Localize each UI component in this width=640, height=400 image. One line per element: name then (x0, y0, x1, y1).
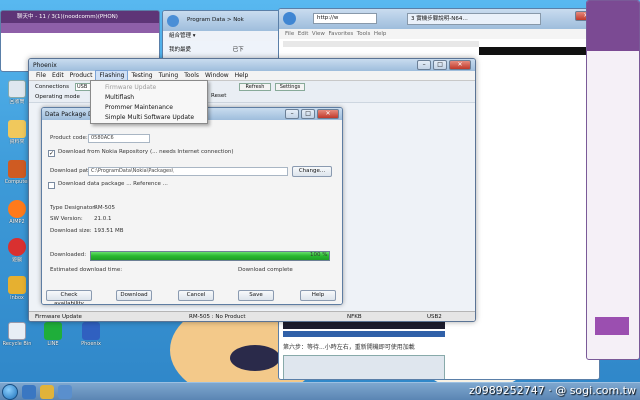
download-progress-fill (91, 252, 329, 260)
desktop-icon-line[interactable]: LINE (38, 322, 68, 353)
product-code-input[interactable]: 0580AC6 (88, 134, 150, 143)
reference-label: Download data package ... Reference ... (58, 181, 168, 187)
taskbar: z0989252747 · @ sogi.com.tw (0, 382, 640, 400)
back-icon[interactable] (167, 15, 179, 27)
download-path-label: Download path: (50, 168, 94, 174)
watermark-text: z0989252747 · @ sogi.com.tw (468, 384, 636, 397)
phoenix-title: Phoenix (33, 61, 57, 69)
browser-back-icon[interactable] (283, 12, 296, 25)
phoenix-close-icon[interactable]: ✕ (449, 60, 471, 70)
nokia-repository-checkbox[interactable]: ✓ (48, 150, 55, 157)
menu-item-simple-multi-update[interactable]: Simple Multi Software Update (91, 113, 207, 123)
sw-version-value: 21.0.1 (94, 216, 112, 222)
type-designator-value: RM-505 (94, 205, 116, 211)
chat-window-title: 聊天中 - 11 / 3(1)(noodcomm)(PHON) (1, 11, 159, 23)
menu-item-multiflash[interactable]: Multiflash (91, 93, 207, 103)
taskbar-phoenix-icon[interactable] (58, 385, 72, 399)
dialog-minimize-icon[interactable]: – (285, 109, 300, 119)
menu-testing[interactable]: Testing (128, 71, 155, 81)
download-button[interactable]: Download (116, 290, 152, 301)
phoenix-minimize-icon[interactable]: – (417, 60, 432, 70)
status-left: Firmware Update (35, 314, 82, 320)
explorer-org[interactable]: 組合管理 ▾ (163, 31, 279, 41)
product-code-label: Product code: (50, 135, 88, 141)
download-size-label: Download size: (50, 228, 92, 234)
reset-button[interactable]: Reset (211, 93, 226, 99)
type-designator-label: Type Designator: (50, 205, 97, 211)
download-path-input[interactable]: C:\ProgramData\Nokia\Packages\ (88, 167, 288, 176)
explorer-left-item: 已下 (232, 47, 244, 53)
estimated-time-label: Estimated download time: (50, 267, 123, 273)
dialog-maximize-icon[interactable]: □ (301, 109, 316, 119)
explorer-address[interactable]: Program Data > Nok (187, 17, 244, 23)
connections-label: Connections (35, 84, 69, 90)
menu-tools[interactable]: Tools (181, 71, 202, 81)
progress-percent: 100 % (310, 252, 328, 258)
menu-product[interactable]: Product (67, 71, 96, 81)
nokia-repository-label: Download from Nokia Repository (... need… (58, 149, 234, 155)
change-button[interactable]: Change... (292, 166, 332, 177)
start-orb-icon[interactable] (2, 384, 18, 400)
operating-mode-label: Operating mode (35, 94, 80, 100)
desktop-icon-phoenix[interactable]: Phoenix (76, 322, 106, 353)
reference-checkbox[interactable] (48, 182, 55, 189)
menu-item-firmware-update: Firmware Update (105, 84, 157, 91)
browser-bottom-status: 第六步：等待...小時左右，重新開機即可使用加載 (283, 344, 415, 351)
dialog-body: Product code: 0580AC6 ✓ Download from No… (42, 120, 342, 304)
browser-tab[interactable]: 3 實機步驟說明-N64… (407, 13, 541, 25)
status-usb: USB2 (427, 314, 442, 320)
dialog-close-icon[interactable]: ✕ (317, 109, 339, 119)
browser-address[interactable]: http://w (313, 13, 377, 24)
menu-tuning[interactable]: Tuning (156, 71, 182, 81)
menu-window[interactable]: Window (202, 71, 232, 81)
flashing-dropdown: Firmware Update Multiflash Prommer Maint… (90, 80, 208, 124)
status-product: RM-505 : No Product (189, 314, 246, 320)
downloaded-label: Downloaded: (50, 252, 87, 258)
download-complete-label: Download complete (238, 267, 293, 273)
explorer-favorites[interactable]: 我的最愛 (169, 47, 191, 53)
data-package-dialog: Data Package Do... – □ ✕ Product code: 0… (41, 107, 343, 305)
menu-item-prommer-maintenance[interactable]: Prommer Maintenance (91, 103, 207, 113)
phoenix-status-bar: Firmware Update RM-505 : No Product NFKB… (29, 311, 475, 321)
menu-help[interactable]: Help (232, 71, 252, 81)
phoenix-maximize-icon[interactable]: □ (433, 60, 448, 70)
menu-edit[interactable]: Edit (49, 71, 67, 81)
refresh-button[interactable]: Refresh (239, 83, 271, 91)
save-button[interactable]: Save (238, 290, 274, 301)
help-button[interactable]: Help (300, 290, 336, 301)
cancel-button[interactable]: Cancel (178, 290, 214, 301)
right-side-window (586, 0, 640, 360)
download-progress-bar (90, 251, 330, 261)
menu-file[interactable]: File (33, 71, 49, 81)
sw-version-label: SW Version: (50, 216, 83, 222)
settings-button[interactable]: Settings (275, 83, 305, 91)
status-nfkb: NFKB (347, 314, 362, 320)
taskbar-ie-icon[interactable] (22, 385, 36, 399)
browser-menubar: File Edit View Favorites Tools Help (279, 29, 599, 39)
check-availability-button[interactable]: Check availability (46, 290, 92, 304)
taskbar-explorer-icon[interactable] (40, 385, 54, 399)
desktop-icon-recycle-bin[interactable]: Recycle Bin (2, 322, 32, 353)
download-size-value: 193.51 MB (94, 228, 124, 234)
